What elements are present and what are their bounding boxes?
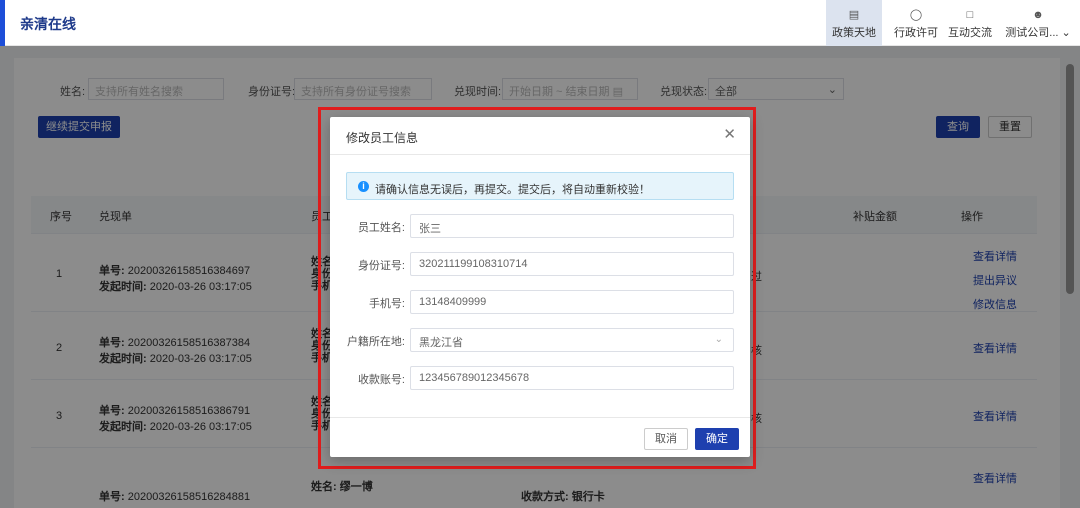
user-icon: ☻	[1032, 9, 1044, 21]
close-icon[interactable]: ✕	[723, 127, 736, 143]
cancel-button[interactable]: 取消	[644, 428, 688, 450]
account-row: 收款账号: 123456789012345678	[330, 366, 750, 390]
shield-icon: ◯	[909, 9, 923, 21]
notice-text: 请确认信息无误后，再提交。提交后，将自动重新校验！	[375, 184, 650, 196]
nav-permit[interactable]: ◯ 行政许可	[890, 0, 942, 46]
phone-row: 手机号: 13148409999	[330, 290, 750, 314]
employee-name-label: 员工姓名:	[357, 222, 405, 234]
top-bar: 亲清在线 ▤ 政策天地 ◯ 行政许可 □ 互动交流 ☻ 测试公司... ⌄	[0, 0, 1080, 46]
employee-name-row: 员工姓名: 张三	[330, 214, 750, 238]
edit-employee-dialog: 修改员工信息 ✕ i 请确认信息无误后，再提交。提交后，将自动重新校验！ 员工姓…	[330, 117, 750, 457]
info-notice: i 请确认信息无误后，再提交。提交后，将自动重新校验！	[346, 172, 734, 200]
dialog-title: 修改员工信息	[346, 131, 419, 145]
dialog-header: 修改员工信息 ✕	[330, 117, 750, 155]
id-number-row: 身份证号: 320211199108310714	[330, 252, 750, 276]
nav-permit-label: 行政许可	[894, 27, 938, 39]
nav-interact[interactable]: □ 互动交流	[944, 0, 996, 46]
chevron-down-icon: ⌄	[1061, 27, 1071, 39]
account-input[interactable]: 123456789012345678	[410, 366, 734, 390]
nav-policy[interactable]: ▤ 政策天地	[826, 0, 882, 46]
chat-icon: □	[966, 9, 974, 21]
nav-interact-label: 互动交流	[948, 27, 992, 39]
document-icon: ▤	[848, 9, 860, 21]
brand-accent-bar	[0, 0, 5, 46]
id-number-input[interactable]: 320211199108310714	[410, 252, 734, 276]
employee-name-input[interactable]: 张三	[410, 214, 734, 238]
phone-input[interactable]: 13148409999	[410, 290, 734, 314]
household-select-value: 黑龙江省	[419, 337, 463, 349]
chevron-down-icon: ⌄	[714, 334, 723, 345]
nav-user-label: 测试公司... ⌄	[1005, 27, 1071, 39]
confirm-button[interactable]: 确定	[695, 428, 739, 450]
account-label: 收款账号:	[357, 374, 405, 386]
nav-user[interactable]: ☻ 测试公司... ⌄	[1002, 0, 1074, 46]
app-brand: 亲清在线	[20, 16, 76, 32]
nav-policy-label: 政策天地	[832, 27, 876, 39]
id-number-label: 身份证号:	[357, 260, 405, 272]
household-select[interactable]: 黑龙江省 ⌄	[410, 328, 734, 352]
household-label: 户籍所在地:	[346, 336, 405, 348]
dialog-footer: 取消 确定	[330, 417, 750, 457]
info-icon: i	[358, 181, 369, 192]
phone-label: 手机号:	[368, 298, 405, 310]
household-row: 户籍所在地: 黑龙江省 ⌄	[330, 328, 750, 352]
